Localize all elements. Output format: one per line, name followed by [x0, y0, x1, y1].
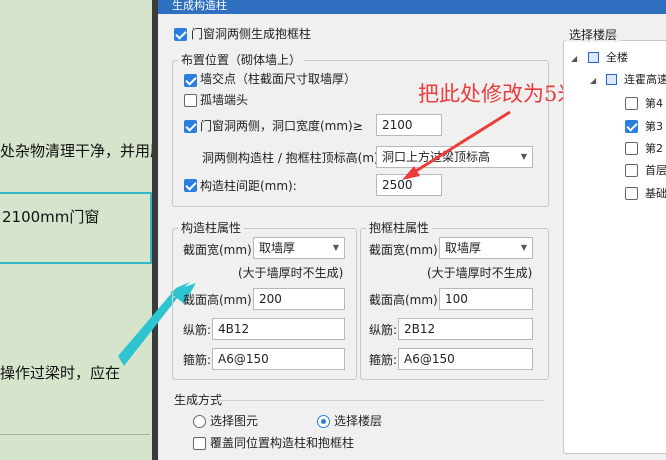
floor-checkbox[interactable]: [625, 120, 638, 133]
frame-long-bar-label: 纵筋:: [369, 323, 398, 337]
doc-text-line: 2100mm门窗: [2, 208, 100, 226]
red-annotation-text: 把此处修改为5米: [418, 82, 579, 106]
floor-checkbox[interactable]: [625, 187, 638, 200]
column-long-bar-label: 纵筋:: [183, 323, 212, 337]
floor-checkbox[interactable]: [625, 97, 638, 110]
generate-mode-divider: [214, 400, 544, 401]
chevron-down-icon: ▼: [520, 152, 527, 161]
frame-long-bar-input[interactable]: 2B12: [398, 318, 533, 340]
column-spacing-label: 构造柱间距(mm):: [200, 179, 297, 193]
frame-width-value: 取墙厚: [445, 241, 482, 255]
column-width-label: 截面宽(mm):: [183, 243, 256, 257]
chevron-down-icon: ▼: [520, 243, 527, 252]
tree-item-all[interactable]: 全楼: [606, 51, 628, 64]
column-height-label: 截面高(mm):: [183, 293, 256, 307]
generate-frame-column-checkbox[interactable]: [174, 28, 187, 41]
doc-divider-line: [0, 434, 150, 435]
floor-label: 第4: [645, 97, 663, 110]
door-window-sides-checkbox[interactable]: [184, 120, 197, 133]
column-props-title: 构造柱属性: [178, 221, 245, 235]
opening-width-input[interactable]: 2100: [376, 114, 442, 136]
isolated-wall-end-label: 孤墙端头: [200, 93, 249, 107]
column-spacing-input[interactable]: 2500: [376, 174, 442, 196]
placement-group-title: 布置位置（砌体墙上）: [178, 53, 305, 67]
column-width-value: 取墙厚: [259, 241, 296, 255]
column-width-note: (大于墙厚时不生成): [238, 266, 344, 280]
top-elevation-select[interactable]: 洞口上方过梁顶标高 ▼: [376, 146, 533, 168]
column-spacing-checkbox[interactable]: [184, 179, 197, 192]
frame-stirrup-label: 箍筋:: [369, 353, 398, 367]
floor-label: 首层: [645, 164, 666, 177]
top-elevation-label: 洞两侧构造柱 / 抱框柱顶标高(m):: [202, 151, 383, 165]
wall-intersection-checkbox[interactable]: [184, 74, 197, 87]
doc-text-line: 处杂物清理干净，并用压;: [0, 142, 171, 160]
generate-frame-column-label: 门窗洞两侧生成抱框柱: [191, 27, 312, 41]
chevron-down-icon: ▼: [332, 243, 339, 252]
expand-toggle-icon[interactable]: ◢: [590, 74, 596, 87]
frame-height-label: 截面高(mm):: [369, 293, 442, 307]
select-floor-radio[interactable]: [317, 415, 330, 428]
tree-item-building[interactable]: 连霍高速: [624, 73, 666, 86]
floor-label: 第2: [645, 142, 663, 155]
doc-highlight-box: 2100mm门窗: [0, 192, 152, 264]
select-element-radio[interactable]: [193, 415, 206, 428]
column-long-bar-input[interactable]: 4B12: [212, 318, 345, 340]
floor-selection-title: 选择楼层: [566, 28, 621, 42]
floor-checkbox[interactable]: [625, 142, 638, 155]
overwrite-checkbox[interactable]: [193, 437, 206, 450]
frame-props-title: 抱框柱属性: [366, 221, 433, 235]
wall-intersection-label: 墙交点（柱截面尺寸取墙厚）: [200, 72, 357, 86]
floor-label: 第3: [645, 120, 663, 133]
door-window-sides-label: 门窗洞两侧，洞口宽度(mm)≥: [200, 119, 363, 133]
column-stirrup-input[interactable]: A6@150: [212, 348, 345, 370]
doc-text-line: 操作过梁时，应在: [0, 364, 121, 382]
isolated-wall-end-checkbox[interactable]: [184, 94, 197, 107]
frame-width-label: 截面宽(mm):: [369, 243, 442, 257]
column-stirrup-label: 箍筋:: [183, 353, 212, 367]
top-elevation-value: 洞口上方过梁顶标高: [382, 150, 491, 164]
select-floor-label: 选择楼层: [334, 414, 383, 428]
frame-width-note: (大于墙厚时不生成): [427, 266, 533, 280]
building-icon: [588, 52, 599, 63]
frame-width-select[interactable]: 取墙厚 ▼: [439, 237, 533, 259]
dialog-title: 生成构造柱: [158, 0, 666, 14]
overwrite-label: 覆盖同位置构造柱和抱框柱: [210, 436, 355, 450]
frame-height-input[interactable]: 100: [439, 288, 533, 310]
column-height-input[interactable]: 200: [253, 288, 345, 310]
building-icon: [606, 74, 617, 85]
expand-toggle-icon[interactable]: ◢: [571, 52, 577, 65]
floor-checkbox[interactable]: [625, 164, 638, 177]
select-element-label: 选择图元: [210, 414, 259, 428]
floor-label: 基础: [645, 187, 666, 200]
column-width-select[interactable]: 取墙厚 ▼: [253, 237, 345, 259]
frame-stirrup-input[interactable]: A6@150: [398, 348, 533, 370]
